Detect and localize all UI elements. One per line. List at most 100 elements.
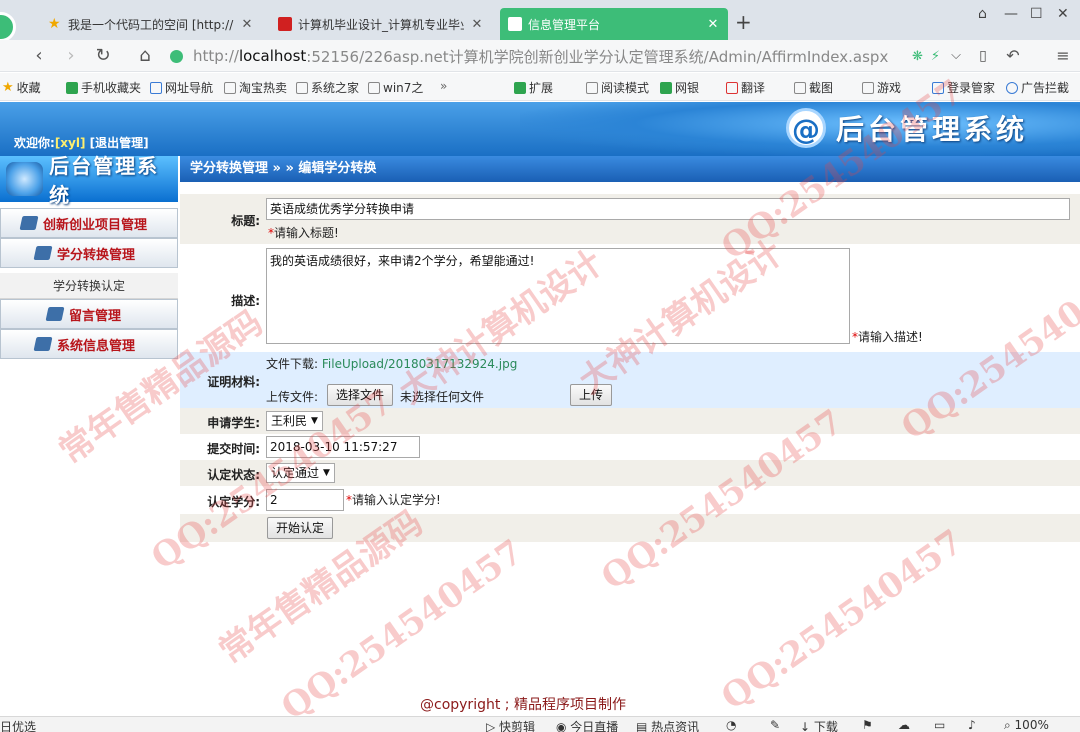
bookmark-label: 手机收藏夹 [81,81,142,95]
page-icon [224,81,236,94]
form-row-submit: 开始认定 [180,514,1080,542]
bookmark-nav[interactable]: 网址导航 [150,79,213,96]
bookmark-reader[interactable]: 阅读模式 [586,79,649,96]
upload-button[interactable]: 上传 [570,384,613,406]
page-icon [296,81,308,94]
hint-text: 请输入描述! [858,330,923,344]
credit-input[interactable]: 2 [266,489,344,511]
site-header: @ 后台管理系统 [0,102,1080,156]
start-affirm-button[interactable]: 开始认定 [267,517,334,539]
sidebar-item-projects[interactable]: 创新创业项目管理 [0,208,178,238]
bookmark-label: 登录管家 [947,81,996,95]
form-row-description: 描述: 我的英语成绩很好，来申请2个学分，希望能通过! *请输入描述! [180,244,1080,352]
bookmark-bank[interactable]: 网银 [660,79,699,96]
form-row-proof: 证明材料: 文件下载: FileUpload/20180317132924.jp… [180,352,1080,408]
breadcrumb: 学分转换管理 » » 编辑学分转换 [180,156,1080,182]
page-icon [508,17,522,31]
browser-tab-2[interactable]: 计算机毕业设计_计算机专业毕业 ✕ [270,8,492,40]
form-row-status: 认定状态: 认定通过 ▼ [180,460,1080,486]
title-label: 标题: [231,214,260,228]
sidebar-item-label: 学分转换认定 [52,279,125,293]
bookmark-ext[interactable]: 扩展 [514,79,553,96]
submit-time-input[interactable]: 2018-03-10 11:57:27 [266,436,420,458]
bookmark-bar: ★ 收藏 手机收藏夹 网址导航 淘宝热卖 系统之家 win7之 » 扩展 阅读模式… [0,73,1080,101]
sidebar-subitem-credit-affirm[interactable]: 学分转换认定 [0,273,178,299]
bookmark-favorites[interactable]: ★ 收藏 [2,79,41,96]
submit-time-label: 提交时间: [207,442,260,456]
compat-icon[interactable]: ❋ [912,49,923,64]
sidebar: 后台管理系统 创新创业项目管理 学分转换管理 学分转换认定 留言管理 系统信息管… [0,154,178,716]
bookmark-taobao[interactable]: 淘宝热卖 [224,79,287,96]
sidebar-item-credit-transfer[interactable]: 学分转换管理 [0,238,178,268]
refresh-icon[interactable]: ↻ [92,45,114,67]
close-icon[interactable]: ✕ [706,17,720,32]
dropdown-icon[interactable]: ⌵ [945,45,967,67]
status-download[interactable]: ↓ 下载 [800,718,838,732]
speed-icon[interactable]: ⚡ [931,49,940,64]
close-icon[interactable]: ✕ [240,17,254,32]
more-bookmarks-icon[interactable]: » [440,79,447,93]
browser-tab-active[interactable]: 信息管理平台 ✕ [500,8,728,40]
sidebar-item-system-info[interactable]: 系统信息管理 [0,329,178,359]
secure-icon [170,49,183,63]
bookmark-win7[interactable]: win7之 [368,79,423,96]
skin-icon[interactable]: ⌂ [978,6,987,22]
bookmark-adblock[interactable]: 广告拦截 [1006,79,1069,96]
status-zoom[interactable]: ⌕ 100% [1004,718,1049,732]
minimize-icon[interactable]: — [1004,6,1018,22]
bookmark-mobile[interactable]: 手机收藏夹 [66,79,141,96]
url-field[interactable]: http://localhost:52156/226asp.net计算机学院创新… [170,43,940,69]
status-item-label: 热点资讯 [651,720,700,732]
browser-logo-icon[interactable] [0,12,16,42]
undo-icon[interactable]: ↶ [1002,45,1024,67]
sidebar-item-messages[interactable]: 留言管理 [0,299,178,329]
bookmark-login[interactable]: 登录管家 [932,79,995,96]
url-host: localhost [238,47,307,65]
folder-icon [33,246,53,260]
status-clip[interactable]: ▷ 快剪辑 [486,718,535,732]
maximize-icon[interactable]: ☐ [1030,6,1043,22]
status-select[interactable]: 认定通过 ▼ [266,463,335,483]
description-label: 描述: [231,294,260,308]
search-icon [932,81,944,94]
cloud-icon[interactable]: ☁ [898,718,910,732]
new-tab-button[interactable]: + [735,10,752,34]
close-window-icon[interactable]: ✕ [1057,6,1069,22]
timer-icon[interactable]: ◔ [726,718,736,732]
status-live[interactable]: ◉ 今日直播 [556,718,618,732]
chevron-down-icon: ▼ [323,468,330,478]
bookmark-label: 阅读模式 [601,81,650,95]
username: [xyl] [54,136,86,150]
bookmark-syshome[interactable]: 系统之家 [296,79,359,96]
bookmark-games[interactable]: 游戏 [862,79,901,96]
status-left-text: 日优选 [0,720,37,732]
close-icon[interactable]: ✕ [470,17,484,32]
back-icon[interactable]: ‹ [28,45,50,67]
tool-icon[interactable]: ✎ [770,718,780,732]
bookmark-screenshot[interactable]: 截图 [794,79,833,96]
logout-link[interactable]: [退出管理] [90,136,149,150]
sidebar-logo: 后台管理系统 [0,154,178,207]
block-icon [1006,81,1018,94]
watermark: QQ:254540457 [714,521,971,719]
menu-icon[interactable]: ≡ [1052,45,1074,67]
sidebar-item-label: 系统信息管理 [57,338,136,354]
form-row-credit: 认定学分: 2 *请输入认定学分! [180,486,1080,514]
forward-icon[interactable]: › [60,45,82,67]
hint-text: 请输入标题! [274,226,339,240]
home-icon[interactable]: ⌂ [134,45,156,67]
download-file-link[interactable]: FileUpload/20180317132924.jpg [322,357,517,371]
browser-tab-1[interactable]: ★ 我是一个代码工的空间 [http://2 ✕ [40,8,262,40]
flag-icon[interactable]: ⚑ [862,718,873,732]
no-file-text: 未选择任何文件 [400,390,485,404]
description-textarea[interactable]: 我的英语成绩很好，来申请2个学分，希望能通过! [266,248,850,344]
window-icon[interactable]: ▭ [934,718,945,732]
status-news[interactable]: ▤ 热点资讯 [636,718,699,732]
choose-file-button[interactable]: 选择文件 [327,384,394,406]
bookmark-page-icon[interactable]: ▯ [972,45,994,67]
title-input[interactable]: 英语成绩优秀学分转换申请 [266,198,1070,220]
download-icon: ↓ [800,720,814,732]
student-select[interactable]: 王利民 ▼ [266,411,323,431]
bookmark-translate[interactable]: 翻译 [726,79,765,96]
sound-icon[interactable]: ♪ [968,718,976,732]
